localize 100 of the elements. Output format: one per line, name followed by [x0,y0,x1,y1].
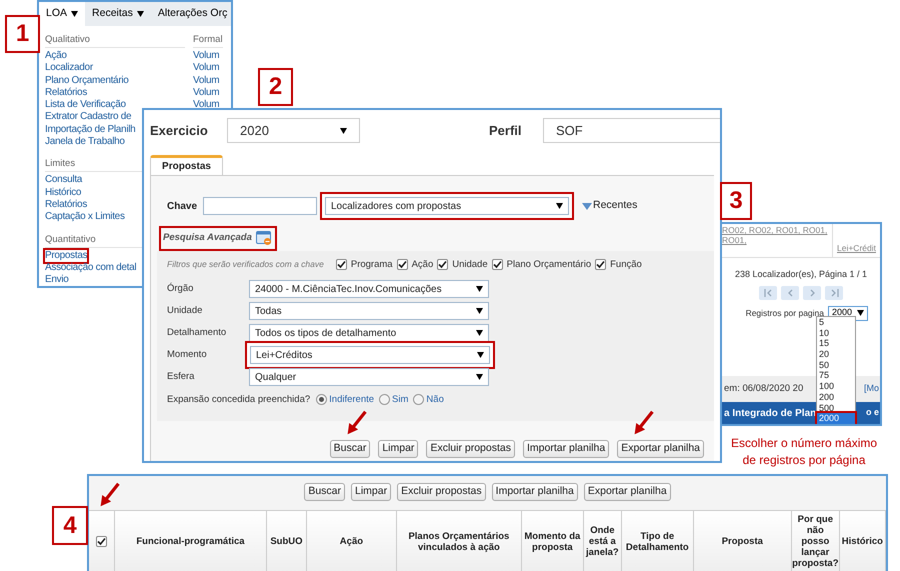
filter-label: Programa [350,258,393,272]
menu-link[interactable]: Volum [193,62,220,75]
menu-option[interactable]: 100 [817,381,855,392]
action-button[interactable]: Excluir propostas [426,440,515,458]
caret-icon [476,286,483,292]
menu-link[interactable]: Captação x Limites [45,211,125,224]
tab[interactable]: Propostas [150,155,223,175]
caret-icon [71,11,78,17]
filter-label: Plano Orçamentário [506,258,592,272]
menu-link[interactable]: Histórico [45,186,82,199]
menu-tab[interactable]: Alterações Orç [150,2,231,26]
page-size-label: Registros por pagina [746,306,824,318]
menu-link[interactable]: Relatórios [45,86,88,100]
dropdown-field[interactable]: 24000 - M.CiênciaTec.Inov.Comunicações [249,280,489,298]
action-button[interactable]: Importar planilha [492,483,578,501]
field-label: Unidade [167,304,204,318]
checkbox[interactable] [437,259,448,270]
update-date: em: 06/08/2020 20 [724,382,804,396]
menu-link[interactable]: Envio [45,274,69,286]
column-header: SubUO [266,511,307,571]
column-header: Histórico [840,511,886,571]
filter-label: Ação [412,258,434,272]
action-button[interactable]: Importar planilha [522,440,610,458]
radio-button[interactable] [316,394,328,406]
action-button[interactable]: Excluir propostas [397,483,486,501]
menu-link[interactable]: Lista de Verificação [45,99,126,112]
caret-icon [476,374,483,380]
menu-option[interactable]: 500 [817,402,855,414]
checkbox[interactable] [396,259,408,270]
filter-label: Unidade [452,258,488,272]
checkbox[interactable] [595,259,606,270]
menu-link[interactable]: Localizador [45,62,93,75]
profile-field[interactable]: SOF [543,118,720,143]
dropdown-field[interactable]: Todos os tipos de detalhamento [249,324,489,342]
chevron-right-icon [808,288,816,296]
action-button[interactable]: Limpar [351,483,392,501]
menu-link[interactable]: Extrator Cadastro de [45,111,132,124]
dropdown-field[interactable]: Lei+Créditos [250,346,490,364]
menu-option[interactable]: 75 [817,370,855,382]
dropdown-field[interactable]: Localizadores com propostas [325,197,569,215]
step-number: 2 [258,68,293,106]
filters-label: Filtros que serão verificados com a chave [167,258,324,271]
filter-label: Função [610,258,642,272]
menu-tab[interactable]: Receitas [85,2,151,26]
menu-link[interactable]: Volum [193,99,220,112]
field-label: Chave [167,200,198,214]
banner-text: a Integrado de Plan [724,406,816,420]
menu-link[interactable]: Plano Orçamentário [45,74,129,87]
more-link[interactable]: [Mo [864,382,879,396]
step-number: 1 [5,15,40,53]
column-header: Tipo de Detalhamento [622,511,694,571]
menu-option[interactable]: 10 [817,328,855,338]
menu-link[interactable]: Associação com detal [45,262,136,274]
caret-icon [476,308,483,314]
menu-option[interactable]: 50 [817,360,855,370]
key-input[interactable] [203,197,317,215]
menu-link[interactable]: Volum [193,86,220,100]
radio-button[interactable] [413,394,424,406]
radio-button[interactable] [379,394,390,406]
menu-link[interactable]: Propostas [45,250,88,262]
localizer-codes[interactable]: RO02, RO02, RO01, RO01, RO01, [722,224,832,257]
caret-icon [857,310,864,316]
section-title: Qualitativo [45,34,185,48]
action-button[interactable]: Exportar planilha [617,440,704,458]
step-number: 3 [720,182,752,220]
step-number: 4 [52,506,88,545]
menu-link[interactable]: Volum [193,50,220,62]
menu-option[interactable]: 15 [817,338,855,350]
dropdown-field[interactable]: Qualquer [249,368,489,386]
menu-option[interactable]: 200 [817,392,855,402]
action-button[interactable]: Buscar [304,483,345,501]
results-summary: 238 Localizador(es), Página 1 / 1 [734,268,868,281]
caret-icon [340,128,347,134]
checkbox[interactable] [336,259,347,270]
action-button[interactable]: Exportar planilha [584,483,671,501]
year-select[interactable]: 2020 [227,118,360,143]
menu-option[interactable]: 2000 [817,413,855,424]
field-label: Órgão [167,282,194,296]
checkbox[interactable] [96,536,107,547]
menu-link[interactable]: Volum [193,74,220,87]
field-label: Exercicio [150,122,209,140]
action-button[interactable]: Limpar [378,440,418,458]
column-header: Onde está a janela? [584,511,622,571]
menu-option[interactable]: 20 [817,349,855,360]
moment-link[interactable]: Lei+Crédit [837,243,876,253]
recent-button[interactable]: Recentes [582,198,638,214]
column-header: Funcional-programática [115,511,267,571]
menu-link[interactable]: Consulta [45,174,82,187]
menu-link[interactable]: Ação [45,50,67,62]
action-button[interactable]: Buscar [330,440,370,458]
checkbox[interactable] [492,259,503,270]
menu-tab[interactable]: LOA [39,2,86,26]
menu-link[interactable]: Importação de Planilh [45,124,136,136]
menu-link[interactable]: Janela de Trabalho [45,136,125,148]
dropdown-field[interactable]: Todas [249,302,489,320]
menu-link[interactable]: Relatórios [45,198,88,212]
triangle-icon [582,202,592,210]
question-label: Expansão concedida preenchida? [167,392,310,407]
field-label: Detalhamento [167,326,228,340]
option-label: Indiferente [329,392,374,407]
